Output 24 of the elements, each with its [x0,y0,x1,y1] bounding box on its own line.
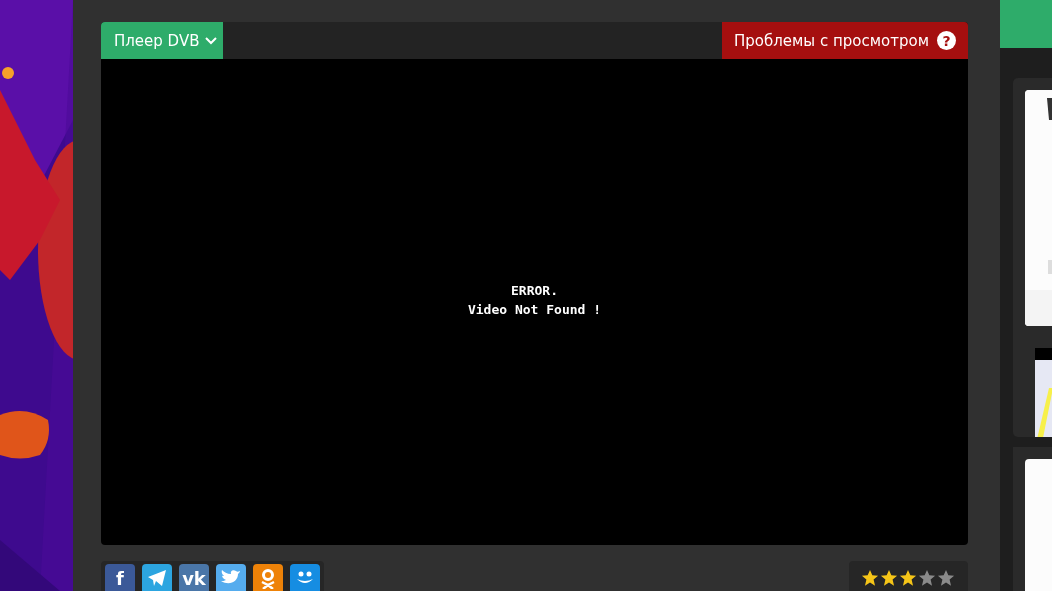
error-message: ERROR. [511,282,558,300]
star-icon [861,569,879,587]
chevron-icon [205,36,218,45]
star-icon [880,569,898,587]
share-button[interactable] [253,564,283,591]
share-button[interactable]: vk [179,564,209,591]
help-icon: ? [937,31,956,50]
movie-card[interactable] [1013,78,1052,437]
paper-plane-icon [147,569,167,587]
share-button[interactable] [216,564,246,591]
video-player[interactable]: ERROR. Video Not Found ! [101,59,968,545]
bird-icon [221,569,241,586]
rating-stars[interactable] [849,561,968,591]
star-icon [899,569,917,587]
star-icon [918,569,936,587]
star-icon [937,569,955,587]
share-button[interactable] [290,564,320,591]
header-bar [1000,0,1052,48]
error-message: Video Not Found ! [467,301,602,319]
share-button[interactable]: f [105,564,135,591]
movie-card[interactable] [1013,447,1052,591]
playback-problems-button[interactable]: Проблемы с просмотром ? [722,22,968,59]
share-button[interactable] [142,564,172,591]
person-icon [261,569,275,589]
